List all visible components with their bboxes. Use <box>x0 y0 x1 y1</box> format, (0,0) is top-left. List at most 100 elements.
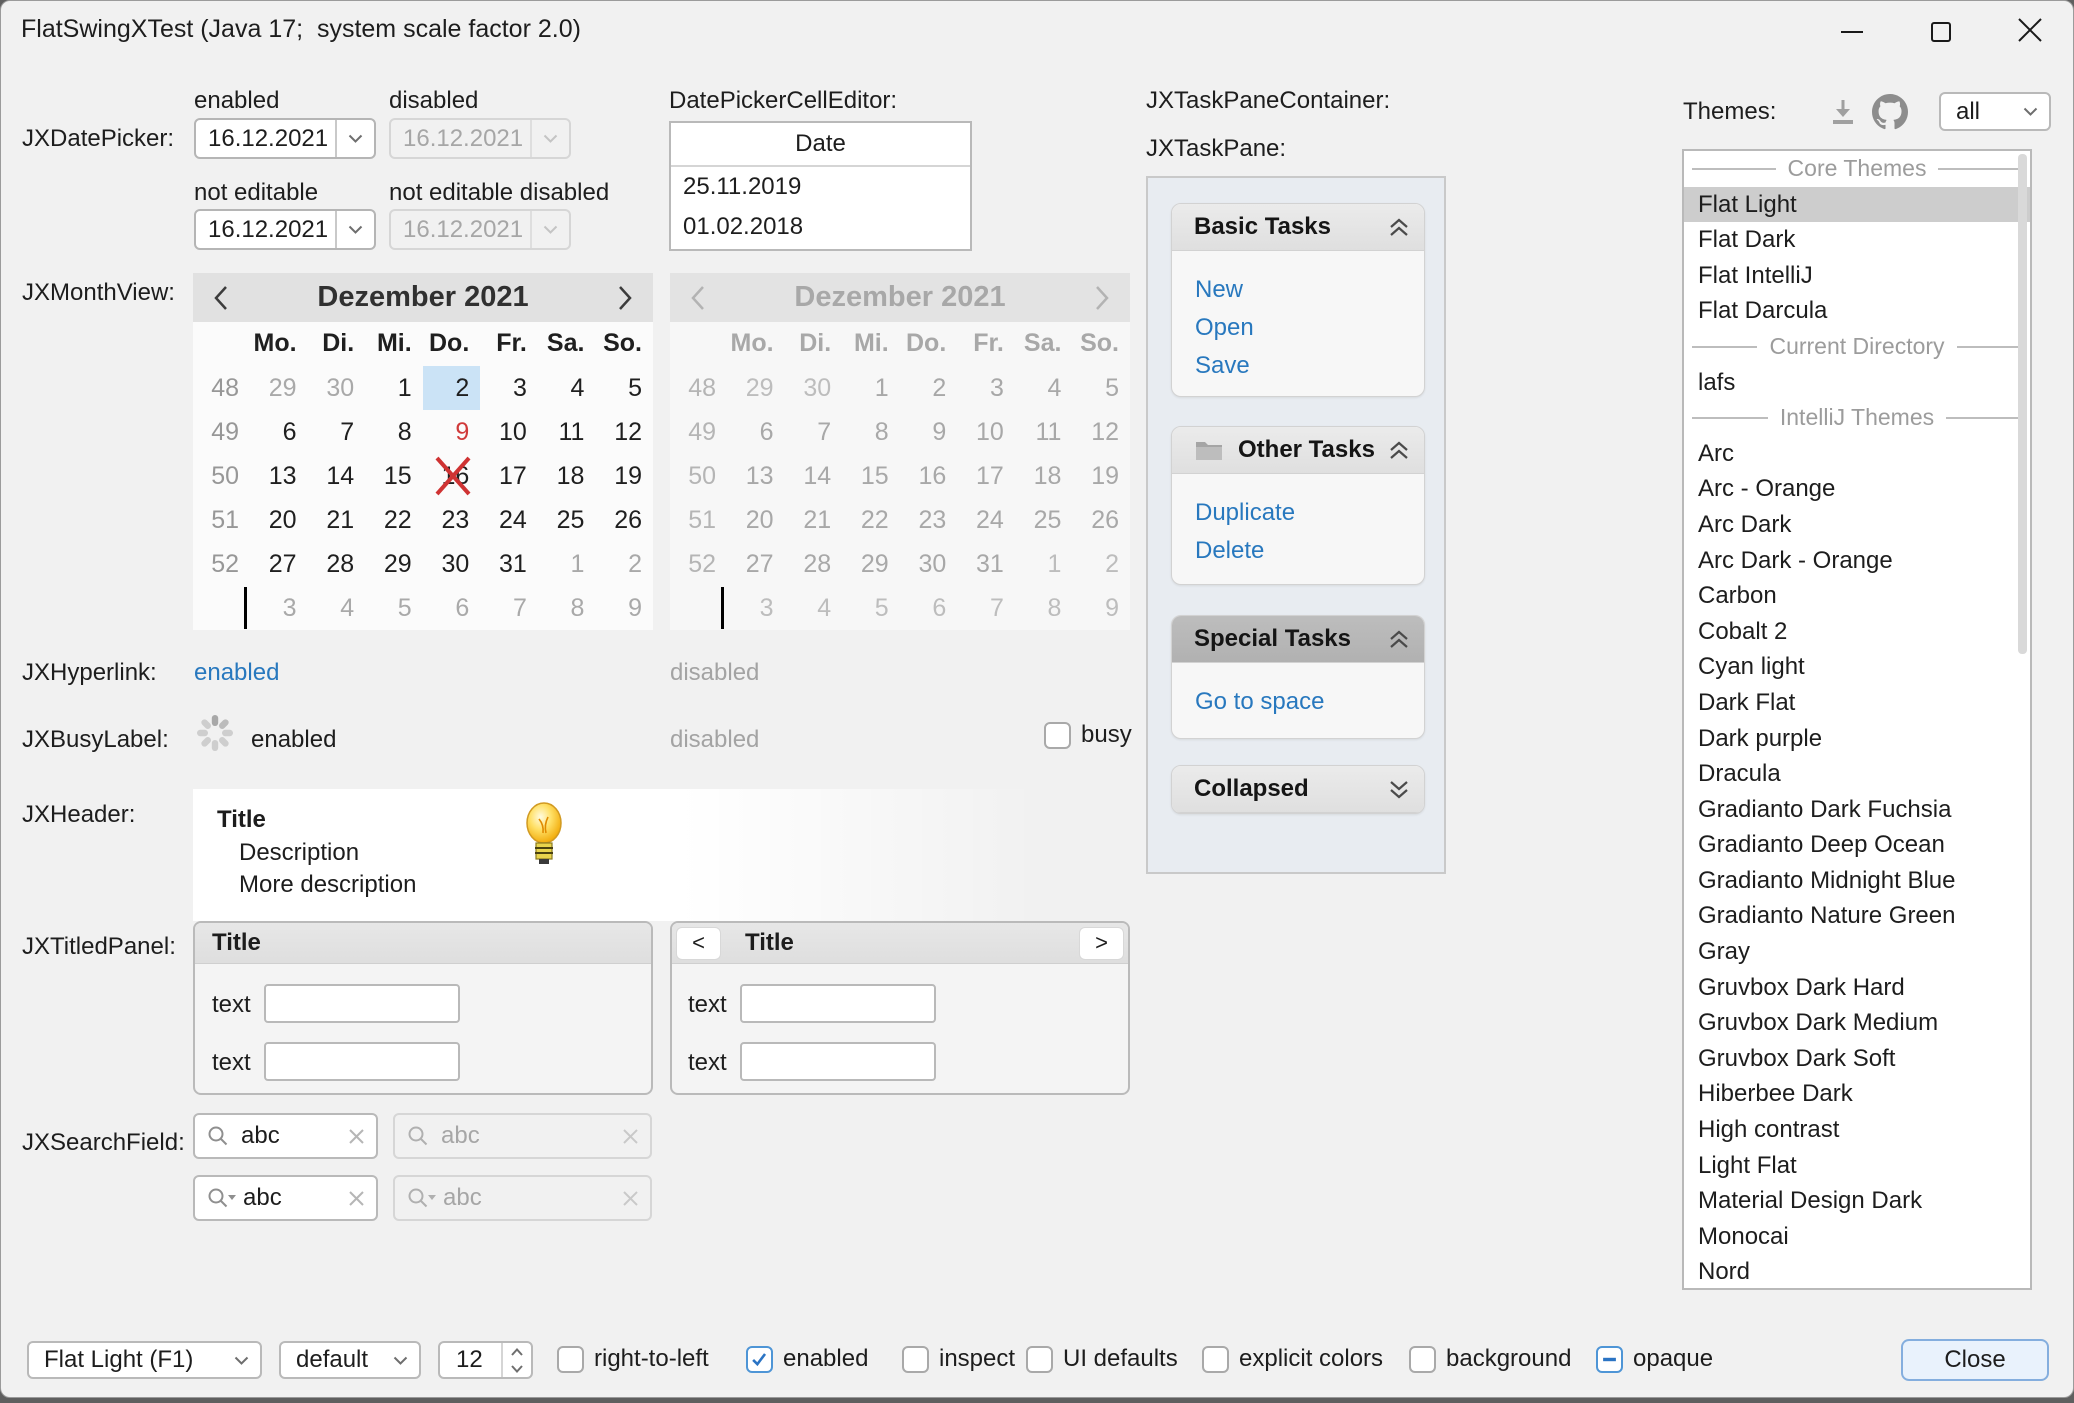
calendar-day[interactable]: 7 <box>957 586 1015 630</box>
calendar-day[interactable]: 16 <box>423 454 481 498</box>
calendar-day[interactable]: 23 <box>423 498 481 542</box>
taskpane-link[interactable]: Open <box>1195 309 1424 347</box>
calendar-day[interactable]: 14 <box>308 454 366 498</box>
font-size-spinner[interactable]: 12 <box>438 1341 533 1379</box>
calendar-day[interactable]: 16 <box>900 454 958 498</box>
calendar-day[interactable]: 3 <box>727 586 785 630</box>
calendar-day[interactable]: 1 <box>1015 542 1073 586</box>
calendar-day[interactable]: 9 <box>423 410 481 454</box>
busy-checkbox-group[interactable]: busy <box>1044 721 1132 749</box>
theme-item[interactable]: Gruvbox Dark Soft <box>1684 1041 2030 1077</box>
calendar-day[interactable]: 15 <box>365 454 423 498</box>
checkbox-group-opaque[interactable]: opaque <box>1596 1345 1713 1373</box>
calendar-day[interactable]: 8 <box>842 410 900 454</box>
calendar-day[interactable]: 27 <box>250 542 308 586</box>
calendar-day[interactable]: 4 <box>785 586 843 630</box>
calendar-day[interactable]: 8 <box>365 410 423 454</box>
hyperlink-enabled[interactable]: enabled <box>194 659 279 687</box>
text-input[interactable] <box>264 1042 460 1081</box>
calendar-day[interactable]: 30 <box>423 542 481 586</box>
calendar-day[interactable]: 6 <box>423 586 481 630</box>
taskpane-header[interactable]: Basic Tasks <box>1172 204 1424 251</box>
search-field-with-menu-enabled[interactable]: abc <box>193 1175 378 1221</box>
theme-item[interactable]: Hiberbee Dark <box>1684 1076 2030 1112</box>
themes-list[interactable]: Core ThemesFlat LightFlat DarkFlat Intel… <box>1682 149 2032 1290</box>
theme-item[interactable]: Dark purple <box>1684 721 2030 757</box>
theme-item[interactable]: Arc Dark - Orange <box>1684 543 2030 579</box>
calendar-day[interactable]: 8 <box>538 586 596 630</box>
calendar-day[interactable]: 20 <box>250 498 308 542</box>
calendar-day[interactable]: 31 <box>957 542 1015 586</box>
calendar-day[interactable]: 21 <box>785 498 843 542</box>
titledpanel-prev-button[interactable]: < <box>676 927 721 960</box>
taskpane-link[interactable]: Go to space <box>1195 683 1424 721</box>
font-size-value[interactable]: 12 <box>440 1343 501 1377</box>
calendar-day[interactable]: 5 <box>842 586 900 630</box>
calendar-day[interactable]: 3 <box>957 366 1015 410</box>
calendar-day[interactable]: 25 <box>538 498 596 542</box>
theme-item[interactable]: Gradianto Deep Ocean <box>1684 827 2030 863</box>
theme-item[interactable]: Dracula <box>1684 756 2030 792</box>
calendar-day[interactable]: 28 <box>785 542 843 586</box>
checkbox-group-enabled[interactable]: enabled <box>746 1345 868 1373</box>
calendar-day[interactable]: 23 <box>900 498 958 542</box>
next-month-button[interactable] <box>597 285 653 311</box>
calendar-day-selected[interactable]: 2 <box>900 366 958 410</box>
calendar-day[interactable]: 1 <box>538 542 596 586</box>
explicit-colors-checkbox[interactable] <box>1202 1346 1229 1373</box>
table-column-header[interactable]: Date <box>671 123 970 167</box>
calendar-day[interactable]: 12 <box>595 410 653 454</box>
calendar-day[interactable]: 24 <box>957 498 1015 542</box>
taskpane-link[interactable]: Delete <box>1195 532 1424 570</box>
font-combobox[interactable]: default <box>279 1341 421 1379</box>
calendar-day[interactable]: 18 <box>538 454 596 498</box>
datepicker-enabled[interactable]: 16.12.2021 <box>194 118 376 159</box>
calendar-day[interactable]: 26 <box>1072 498 1130 542</box>
search-input[interactable]: abc <box>229 1122 349 1150</box>
search-input[interactable]: abc <box>237 1184 349 1212</box>
calendar-day[interactable]: 19 <box>1072 454 1130 498</box>
calendar-day[interactable]: 5 <box>595 366 653 410</box>
calendar-day[interactable]: 3 <box>250 586 308 630</box>
calendar-day[interactable]: 24 <box>480 498 538 542</box>
calendar-day[interactable]: 28 <box>308 542 366 586</box>
clear-icon[interactable] <box>349 1129 364 1144</box>
calendar-day[interactable]: 8 <box>1015 586 1073 630</box>
calendar-day[interactable]: 18 <box>1015 454 1073 498</box>
calendar-day[interactable]: 11 <box>1015 410 1073 454</box>
taskpane-header[interactable]: Other Tasks <box>1172 427 1424 474</box>
calendar-day[interactable]: 30 <box>900 542 958 586</box>
datepicker-dropdown-button[interactable] <box>335 211 374 248</box>
taskpane-link[interactable]: Duplicate <box>1195 494 1424 532</box>
background-checkbox[interactable] <box>1409 1346 1436 1373</box>
calendar-day[interactable]: 26 <box>595 498 653 542</box>
theme-item[interactable]: Flat IntelliJ <box>1684 258 2030 294</box>
calendar-day[interactable]: 30 <box>785 366 843 410</box>
calendar-day[interactable]: 6 <box>900 586 958 630</box>
theme-item[interactable]: High contrast <box>1684 1112 2030 1148</box>
calendar-day[interactable]: 5 <box>1072 366 1130 410</box>
checkbox-group-explicit-colors[interactable]: explicit colors <box>1202 1345 1383 1373</box>
calendar-day[interactable]: 10 <box>957 410 1015 454</box>
calendar-day[interactable]: 4 <box>1015 366 1073 410</box>
calendar-day[interactable]: 2 <box>595 542 653 586</box>
theme-item[interactable]: Cyan light <box>1684 649 2030 685</box>
right-to-left-checkbox[interactable] <box>557 1346 584 1373</box>
calendar-day[interactable]: 9 <box>1072 586 1130 630</box>
calendar-day[interactable]: 17 <box>480 454 538 498</box>
calendar-day[interactable]: 1 <box>365 366 423 410</box>
minimize-button[interactable] <box>1829 12 1875 52</box>
theme-item[interactable]: Light Flat <box>1684 1148 2030 1184</box>
theme-item[interactable]: lafs <box>1684 365 2030 401</box>
download-theme-button[interactable] <box>1828 97 1858 134</box>
close-window-button[interactable] <box>2007 10 2053 50</box>
spinner-up-button[interactable] <box>503 1343 531 1360</box>
calendar-day[interactable]: 22 <box>365 498 423 542</box>
theme-item[interactable]: Monocai <box>1684 1219 2030 1255</box>
text-input[interactable] <box>740 984 936 1023</box>
theme-item[interactable]: Gruvbox Dark Medium <box>1684 1005 2030 1041</box>
calendar-day[interactable]: 14 <box>785 454 843 498</box>
busy-checkbox[interactable] <box>1044 722 1071 749</box>
taskpane-link[interactable]: New <box>1195 271 1424 309</box>
calendar-day[interactable]: 2 <box>1072 542 1130 586</box>
